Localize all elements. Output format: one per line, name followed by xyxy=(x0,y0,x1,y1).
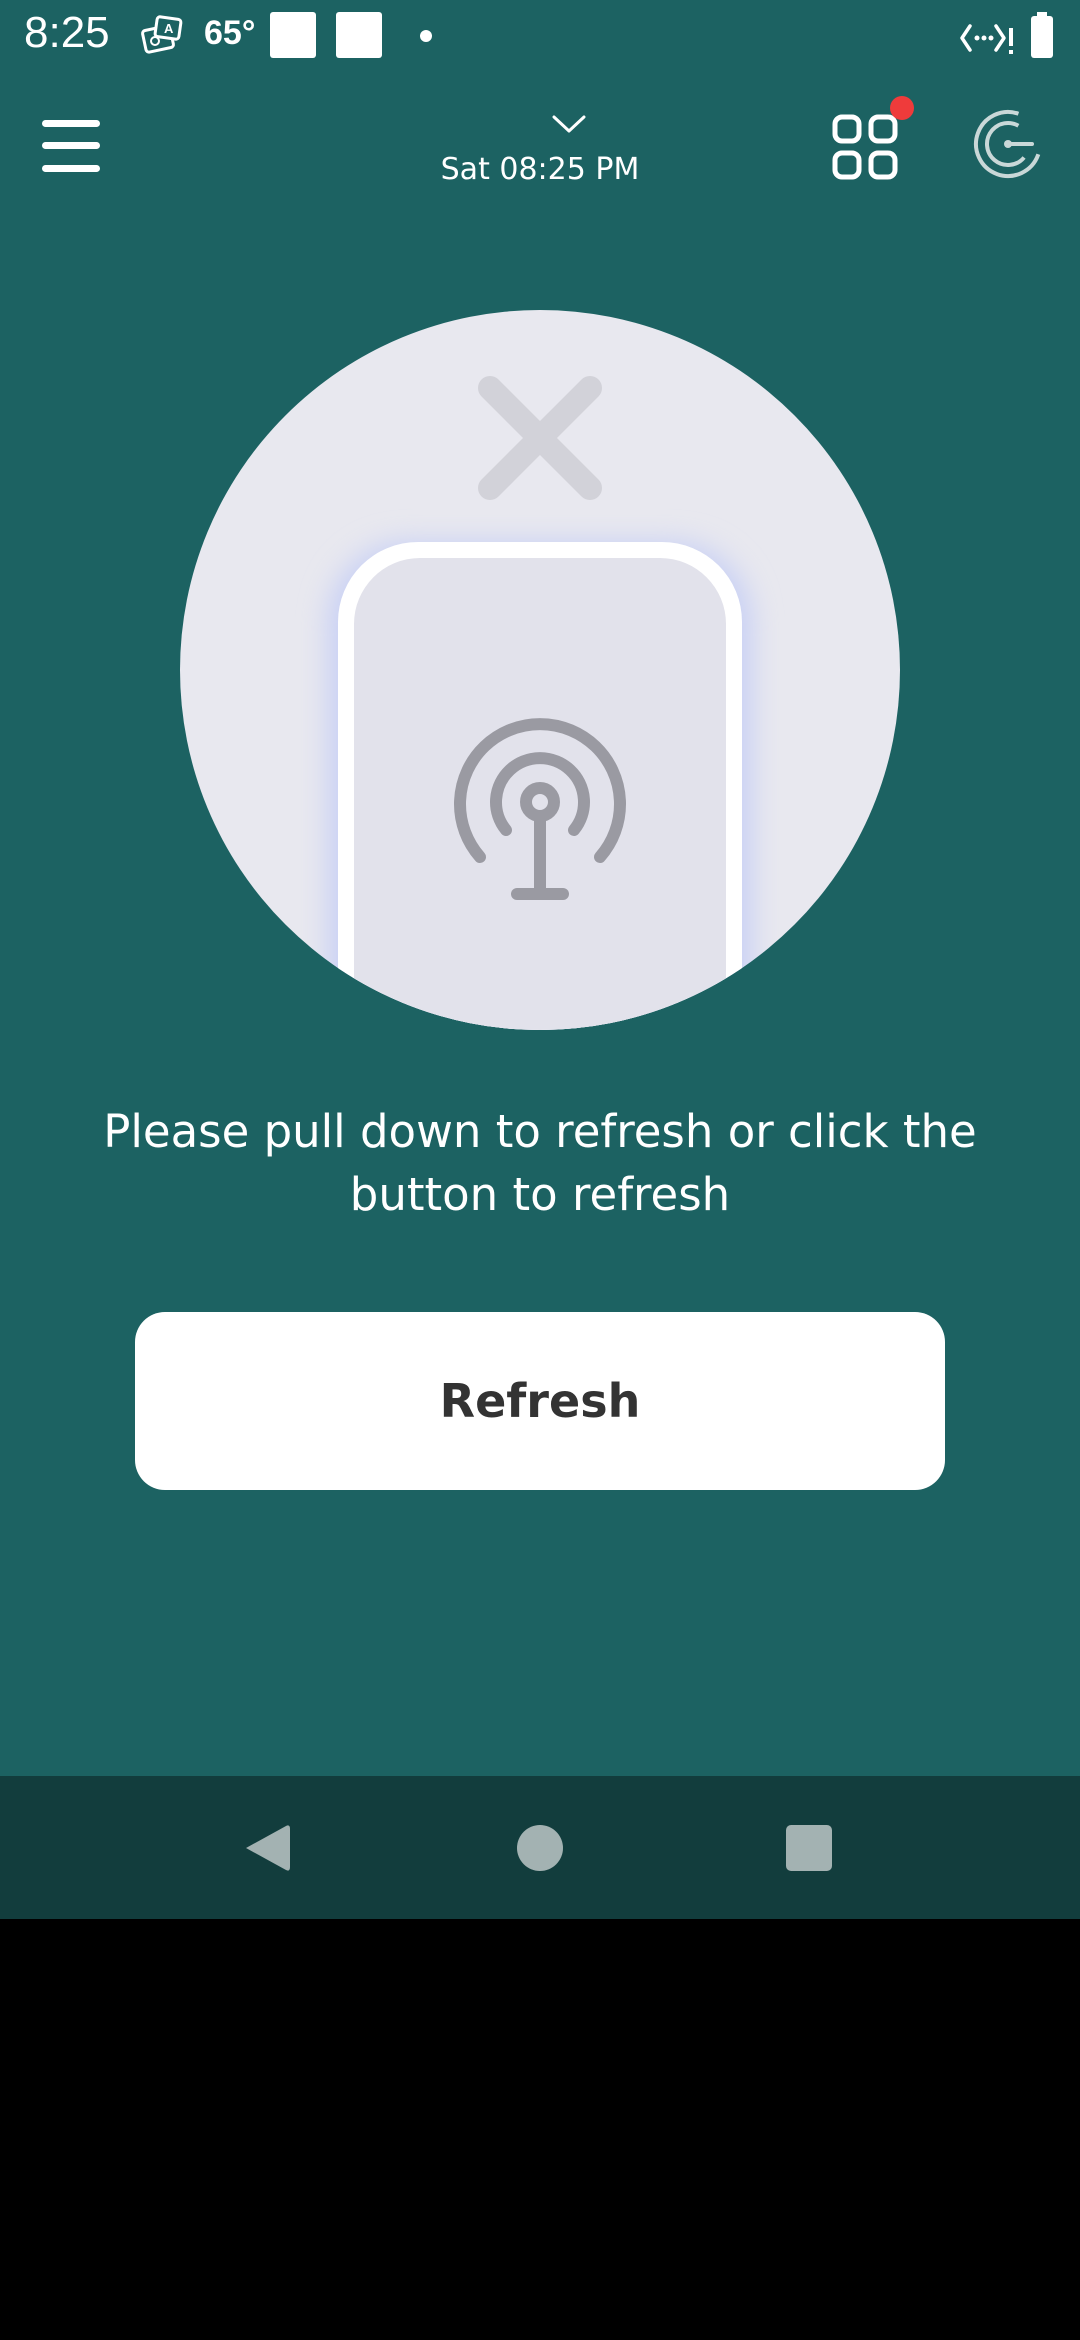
grid-apps-icon[interactable] xyxy=(830,112,900,182)
battery-icon xyxy=(1031,12,1053,58)
no-connection-illustration xyxy=(180,310,900,1030)
home-icon[interactable] xyxy=(517,1825,563,1871)
square-notification-icon xyxy=(270,12,316,58)
back-icon[interactable] xyxy=(242,1822,292,1874)
status-temperature: 65° xyxy=(204,14,256,52)
date-picker[interactable]: Sat 08:25 PM xyxy=(390,108,690,198)
status-bar: 8:25 A 65° xyxy=(0,0,1080,72)
refresh-instructions: Please pull down to refresh or click the… xyxy=(103,1105,977,1221)
recents-icon[interactable] xyxy=(786,1825,832,1871)
square-notification-icon xyxy=(336,12,382,58)
menu-icon[interactable] xyxy=(42,120,100,172)
dot-icon xyxy=(420,30,432,42)
chevron-down-icon[interactable] xyxy=(550,113,588,135)
translate-notification-icon: A xyxy=(141,15,183,54)
notification-badge xyxy=(890,96,914,120)
app-screen: 8:25 A 65° Sat 08:25 PM Please pull down… xyxy=(0,0,1080,1776)
brand-logo-icon[interactable] xyxy=(972,108,1044,180)
refresh-button[interactable]: Refresh xyxy=(135,1312,945,1490)
svg-text:A: A xyxy=(164,21,174,36)
signal-icon xyxy=(960,24,1013,54)
status-time: 8:25 xyxy=(24,8,110,57)
date-label[interactable]: Sat 08:25 PM xyxy=(390,152,690,187)
